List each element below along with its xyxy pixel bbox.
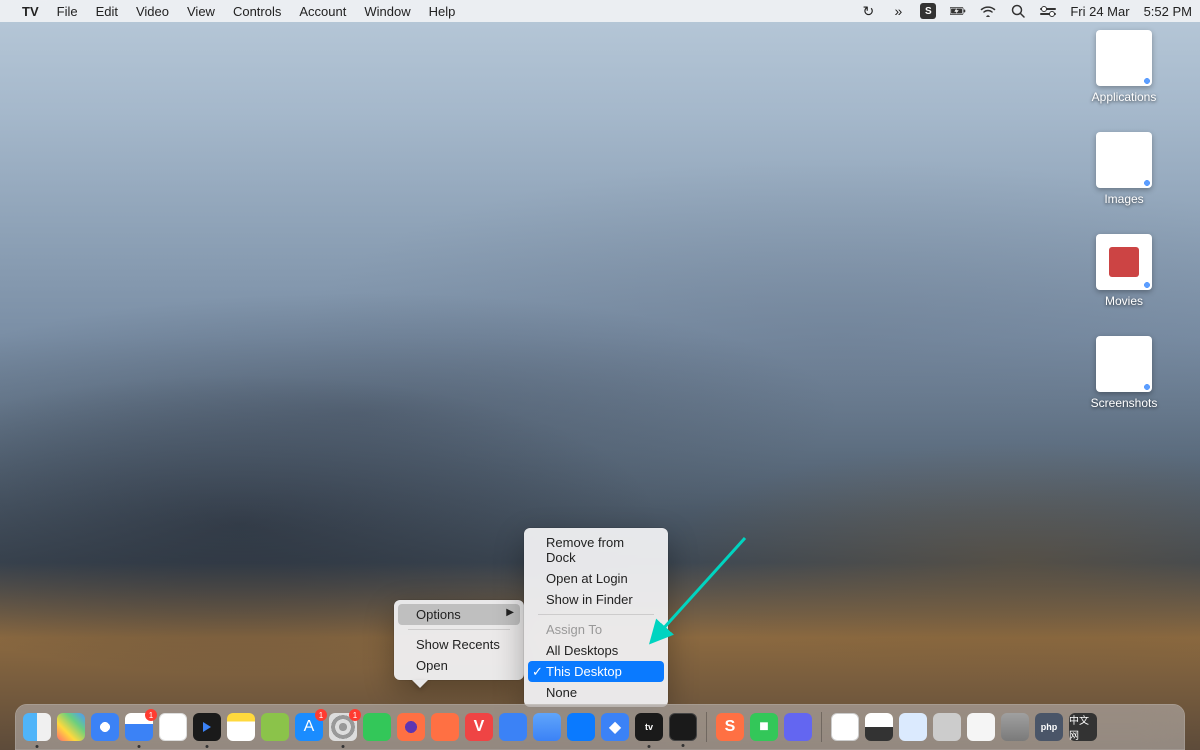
menubar-file[interactable]: File <box>57 4 78 19</box>
dock-context-menu: Options ▶ Show Recents Open <box>394 600 524 680</box>
menubar-view[interactable]: View <box>187 4 215 19</box>
desktop-icon-label: Screenshots <box>1091 396 1158 410</box>
menu-item-label: Open <box>416 658 448 673</box>
dock-icon-card[interactable] <box>865 713 893 741</box>
menu-item-label: Open at Login <box>546 571 628 586</box>
menu-item-open-at-login[interactable]: Open at Login <box>528 568 664 589</box>
menubar-help[interactable]: Help <box>429 4 456 19</box>
fastforward-icon[interactable]: » <box>890 3 906 19</box>
dock-icon-finder[interactable] <box>23 713 51 741</box>
menu-item-open[interactable]: Open <box>398 655 520 676</box>
dock-separator <box>706 712 707 742</box>
dock-icon-firefox[interactable] <box>397 713 425 741</box>
folder-thumb-icon <box>1096 30 1152 86</box>
dock-minimized-window[interactable] <box>899 713 927 741</box>
desktop-icon-images[interactable]: Images <box>1074 132 1174 206</box>
desktop-icon-label: Applications <box>1092 90 1157 104</box>
chevron-right-icon: ▶ <box>506 607 514 618</box>
control-center-icon[interactable] <box>1040 3 1056 19</box>
dock-icon-trash[interactable] <box>1001 713 1029 741</box>
menu-section-assign-to: Assign To <box>528 619 664 640</box>
menu-item-all-desktops[interactable]: All Desktops <box>528 640 664 661</box>
menu-separator <box>538 614 654 615</box>
menu-item-label: Remove from Dock <box>546 535 624 565</box>
menubar-video[interactable]: Video <box>136 4 169 19</box>
watermark-cn: 中文网 <box>1069 713 1097 741</box>
dock-icon-vivaldi[interactable]: V <box>465 713 493 741</box>
desktop-icon-label: Images <box>1104 192 1143 206</box>
options-submenu: Remove from Dock Open at Login Show in F… <box>524 528 668 707</box>
dock-minimized-window[interactable] <box>967 713 995 741</box>
dock-icon-messages[interactable] <box>363 713 391 741</box>
menu-item-remove-from-dock[interactable]: Remove from Dock <box>528 532 664 568</box>
menu-item-none[interactable]: None <box>528 682 664 703</box>
folder-thumb-icon <box>1096 336 1152 392</box>
menubar: TV File Edit Video View Controls Account… <box>0 0 1200 22</box>
dock-icon-settings[interactable]: 1 <box>329 713 357 741</box>
badge-icon: 1 <box>315 709 327 721</box>
menubar-window[interactable]: Window <box>364 4 410 19</box>
dock-icon-appstore[interactable]: A1 <box>295 713 323 741</box>
dock-icon-telegram[interactable] <box>533 713 561 741</box>
battery-icon[interactable] <box>950 3 966 19</box>
menubar-time[interactable]: 5:52 PM <box>1144 4 1192 19</box>
dock-icon-facetime[interactable]: ■ <box>750 713 778 741</box>
badge-icon: 1 <box>349 709 361 721</box>
dock-icon-outlook[interactable] <box>567 713 595 741</box>
dock-icon-mail[interactable]: 1 <box>125 713 153 741</box>
menubar-date[interactable]: Fri 24 Mar <box>1070 4 1129 19</box>
desktop-icon-label: Movies <box>1105 294 1143 308</box>
menu-separator <box>408 629 510 630</box>
dock-minimized-window[interactable] <box>933 713 961 741</box>
menu-item-this-desktop[interactable]: ✓ This Desktop <box>528 661 664 682</box>
folder-thumb-icon <box>1096 132 1152 188</box>
folder-thumb-icon <box>1096 234 1152 290</box>
menu-item-label: None <box>546 685 577 700</box>
desktop-icon-applications[interactable]: Applications <box>1074 30 1174 104</box>
menu-item-label: All Desktops <box>546 643 618 658</box>
menu-item-label: Show in Finder <box>546 592 633 607</box>
dock-icon-smart[interactable]: S <box>716 713 744 741</box>
menu-tail-icon <box>412 680 428 688</box>
menubar-app-name[interactable]: TV <box>22 4 39 19</box>
menu-item-show-in-finder[interactable]: Show in Finder <box>528 589 664 610</box>
dock-icon-shield2[interactable] <box>784 713 812 741</box>
dock-icon-notes[interactable] <box>227 713 255 741</box>
dock-separator <box>821 712 822 742</box>
watermark-php: php <box>1035 713 1063 741</box>
dock-icon-tools[interactable] <box>499 713 527 741</box>
dock-icon-document[interactable] <box>831 713 859 741</box>
menu-item-label: Options <box>416 607 461 622</box>
desktop-icon-movies[interactable]: Movies <box>1074 234 1174 308</box>
dock-icon-media[interactable] <box>193 713 221 741</box>
dock-icon-archive[interactable] <box>261 713 289 741</box>
badge-icon: 1 <box>145 709 157 721</box>
checkmark-icon: ✓ <box>532 664 543 680</box>
desktop-icon-screenshots[interactable]: Screenshots <box>1074 336 1174 410</box>
menubar-account[interactable]: Account <box>299 4 346 19</box>
menubar-controls[interactable]: Controls <box>233 4 281 19</box>
menu-item-label: Show Recents <box>416 637 500 652</box>
menu-item-label: This Desktop <box>546 664 622 679</box>
menubar-edit[interactable]: Edit <box>96 4 118 19</box>
dock-icon-terminal[interactable] <box>669 713 697 741</box>
dock-icon-duckduckgo[interactable] <box>431 713 459 741</box>
wifi-icon[interactable] <box>980 3 996 19</box>
dock-icon-apple-tv[interactable]: tv <box>635 713 663 741</box>
menu-item-show-recents[interactable]: Show Recents <box>398 634 520 655</box>
dock-icon-shield[interactable]: ◆ <box>601 713 629 741</box>
menu-section-label: Assign To <box>546 622 602 637</box>
timemachine-icon[interactable]: ↻ <box>860 3 876 19</box>
dock: 1 A1 1 V ◆ tv S ■ php 中文网 <box>15 704 1185 750</box>
dock-icon-launchpad[interactable] <box>57 713 85 741</box>
desktop-icons: Applications Images Movies Screenshots <box>1074 30 1174 410</box>
apple-tv-label: tv <box>645 722 653 732</box>
dock-icon-reminders[interactable] <box>159 713 187 741</box>
menu-item-options[interactable]: Options ▶ <box>398 604 520 625</box>
dock-icon-safari[interactable] <box>91 713 119 741</box>
spotlight-search-icon[interactable] <box>1010 3 1026 19</box>
app-status-icon[interactable]: S <box>920 3 936 19</box>
